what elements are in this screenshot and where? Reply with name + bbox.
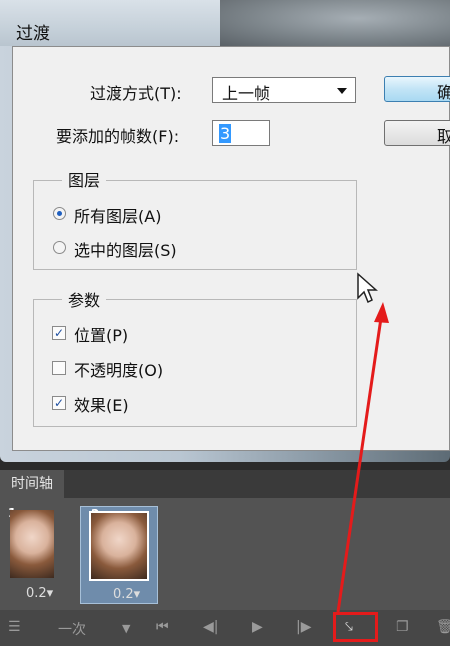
annotation-arrow-icon (336, 302, 389, 613)
